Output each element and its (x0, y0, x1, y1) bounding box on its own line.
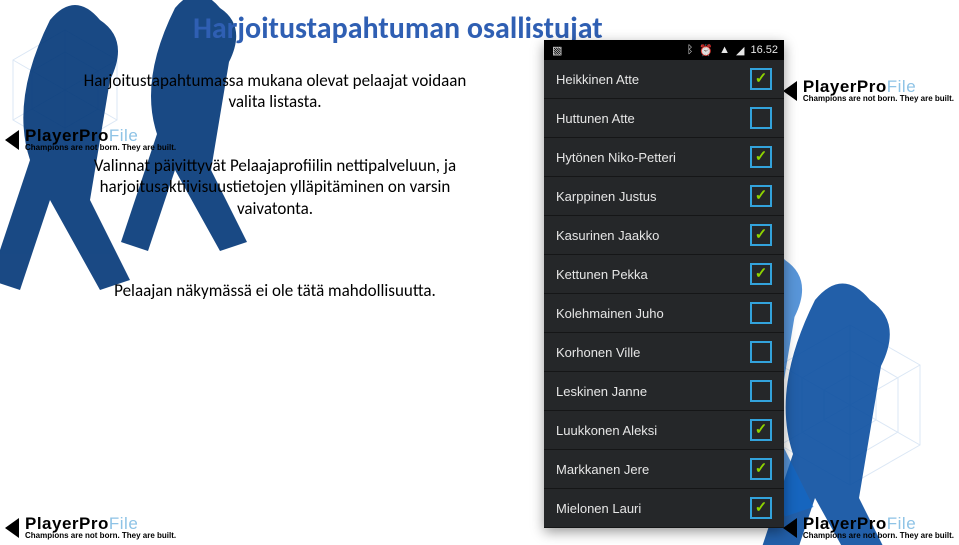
brand-logo: PlayerProFile Champions are not born. Th… (783, 515, 954, 540)
alarm-icon: ⏰ (699, 44, 713, 57)
wifi-icon: ▲ (719, 44, 730, 56)
list-item[interactable]: Leskinen Janne (544, 372, 784, 411)
checkbox[interactable] (750, 341, 772, 363)
checkbox[interactable] (750, 302, 772, 324)
phone-screenshot: ▧ ᛒ ⏰ ▲ ◢ 16.52 Heikkinen Atte Huttunen A… (544, 40, 784, 528)
list-item[interactable]: Mielonen Lauri (544, 489, 784, 528)
player-name: Kettunen Pekka (556, 267, 750, 282)
checkbox[interactable] (750, 380, 772, 402)
paragraph-1: Harjoitustapahtumassa mukana olevat pela… (75, 70, 475, 113)
player-name: Karppinen Justus (556, 189, 750, 204)
checkbox[interactable] (750, 458, 772, 480)
checkbox[interactable] (750, 146, 772, 168)
signal-icon: ◢ (736, 44, 744, 57)
arrow-left-icon (783, 81, 797, 101)
list-item[interactable]: Heikkinen Atte (544, 60, 784, 99)
list-item[interactable]: Hytönen Niko-Petteri (544, 138, 784, 177)
list-item[interactable]: Korhonen Ville (544, 333, 784, 372)
player-name: Luukkonen Aleksi (556, 423, 750, 438)
player-name: Hytönen Niko-Petteri (556, 150, 750, 165)
checkbox[interactable] (750, 497, 772, 519)
list-item[interactable]: Huttunen Atte (544, 99, 784, 138)
checkbox[interactable] (750, 224, 772, 246)
checkbox[interactable] (750, 185, 772, 207)
player-name: Korhonen Ville (556, 345, 750, 360)
list-item[interactable]: Kolehmainen Juho (544, 294, 784, 333)
bluetooth-icon: ᛒ (687, 44, 694, 56)
page-title: Harjoitustapahtuman osallistujat (193, 10, 603, 47)
player-name: Kasurinen Jaakko (556, 228, 750, 243)
list-item[interactable]: Kasurinen Jaakko (544, 216, 784, 255)
arrow-left-icon (5, 518, 19, 538)
brand-logo: PlayerProFile Champions are not born. Th… (5, 127, 176, 152)
arrow-left-icon (5, 130, 19, 150)
player-name: Leskinen Janne (556, 384, 750, 399)
player-name: Huttunen Atte (556, 111, 750, 126)
checkbox[interactable] (750, 68, 772, 90)
paragraph-2: Valinnat päivittyvät Pelaajaprofiilin ne… (75, 155, 475, 219)
list-item[interactable]: Karppinen Justus (544, 177, 784, 216)
player-name: Mielonen Lauri (556, 501, 750, 516)
status-bar: ▧ ᛒ ⏰ ▲ ◢ 16.52 (544, 40, 784, 60)
checkbox[interactable] (750, 263, 772, 285)
player-name: Kolehmainen Juho (556, 306, 750, 321)
player-list: Heikkinen Atte Huttunen Atte Hytönen Niko-… (544, 60, 784, 528)
checkbox[interactable] (750, 107, 772, 129)
brand-logo: PlayerProFile Champions are not born. Th… (783, 78, 954, 103)
player-name: Heikkinen Atte (556, 72, 750, 87)
checkbox[interactable] (750, 419, 772, 441)
list-item[interactable]: Luukkonen Aleksi (544, 411, 784, 450)
paragraph-3: Pelaajan näkymässä ei ole tätä mahdollis… (75, 280, 475, 301)
arrow-left-icon (783, 518, 797, 538)
list-item[interactable]: Markkanen Jere (544, 450, 784, 489)
status-time: 16.52 (750, 44, 778, 56)
brand-logo: PlayerProFile Champions are not born. Th… (5, 515, 176, 540)
picture-icon: ▧ (552, 44, 562, 57)
list-item[interactable]: Kettunen Pekka (544, 255, 784, 294)
player-name: Markkanen Jere (556, 462, 750, 477)
